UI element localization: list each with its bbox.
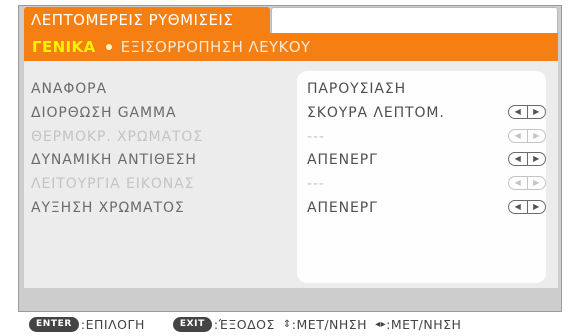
- setting-row-dynamic-contrast[interactable]: ΔΥΝΑΜΙΚΗ ΑΝΤΙΘΕΣΗ ΑΠΕΝΕΡΓ ◀ ▶: [0, 150, 577, 170]
- setting-label: ΑΝΑΦΟΡΑ: [31, 81, 107, 97]
- setting-row-image-mode: ΛΕΙΤΟΥΡΓΙΑ ΕΙΚΟΝΑΣ --- ◀ ▶: [0, 174, 577, 194]
- left-arrow-icon: ◀: [509, 130, 528, 142]
- value-adjust-arrows: ◀ ▶: [508, 176, 546, 190]
- setting-value: ΑΠΕΝΕΡΓ: [307, 200, 378, 216]
- setting-label: ΔΙΟΡΘΩΣΗ GAMMA: [31, 105, 177, 121]
- right-arrow-icon[interactable]: ▶: [528, 153, 546, 165]
- right-arrow-icon: ▶: [533, 131, 540, 140]
- value-adjust-arrows: ◀ ▶: [508, 129, 546, 143]
- left-arrow-icon: ◀: [509, 177, 528, 189]
- right-arrow-icon: ▶: [533, 178, 540, 187]
- tab-white-balance[interactable]: ΕΞΙΣΟΡΡΟΠΗΣΗ ΛΕΥΚΟΥ: [121, 38, 311, 56]
- setting-label: ΑΥΞΗΣΗ ΧΡΩΜΑΤΟΣ: [31, 200, 185, 216]
- setting-row-gamma-correction[interactable]: ΔΙΟΡΘΩΣΗ GAMMA ΣΚΟΥΡΑ ΛΕΠΤΟΜ. ◀ ▶: [0, 103, 577, 123]
- setting-label: ΔΥΝΑΜΙΚΗ ΑΝΤΙΘΕΣΗ: [31, 152, 197, 168]
- tab-bar: ΓΕΝΙΚΑ ΕΞΙΣΟΡΡΟΠΗΣΗ ΛΕΥΚΟΥ: [24, 33, 558, 61]
- right-arrow-icon[interactable]: ▶: [528, 106, 546, 118]
- enter-key-badge: ENTER: [29, 316, 79, 332]
- tab-general[interactable]: ΓΕΝΙΚΑ: [32, 38, 96, 56]
- exit-hint-text: :ΈΞΟΔΟΣ: [213, 316, 275, 332]
- setting-row-reference[interactable]: ΑΝΑΦΟΡΑ ΠΑΡΟΥΣΙΑΣΗ: [0, 79, 577, 99]
- left-arrow-icon[interactable]: ◀: [509, 153, 528, 165]
- exit-key-badge: EXIT: [172, 316, 212, 332]
- up-down-hint-text: :ΜΕΤ/ΝΗΣΗ: [291, 316, 368, 332]
- up-down-arrows-icon: ⇕: [282, 318, 292, 330]
- right-arrow-icon[interactable]: ▶: [528, 201, 546, 213]
- menu-title: ΛΕΠΤΟΜΕΡΕΙΣ ΡΥΘΜΙΣΕΙΣ: [24, 7, 270, 33]
- setting-value: ---: [307, 176, 325, 192]
- setting-label: ΛΕΙΤΟΥΡΓΙΑ ΕΙΚΟΝΑΣ: [31, 176, 195, 192]
- setting-value: ΑΠΕΝΕΡΓ: [307, 152, 378, 168]
- value-adjust-arrows[interactable]: ◀ ▶: [508, 200, 546, 214]
- setting-value: ΠΑΡΟΥΣΙΑΣΗ: [307, 81, 407, 97]
- setting-label: ΘΕΡΜΟΚΡ. ΧΡΩΜΑΤΟΣ: [31, 129, 204, 145]
- setting-row-color-temperature: ΘΕΡΜΟΚΡ. ΧΡΩΜΑΤΟΣ --- ◀ ▶: [0, 127, 577, 147]
- left-right-arrows-icon: ◂▸: [375, 318, 387, 330]
- tab-separator-dot: [105, 44, 112, 50]
- setting-row-color-enhancement[interactable]: ΑΥΞΗΣΗ ΧΡΩΜΑΤΟΣ ΑΠΕΝΕΡΓ ◀ ▶: [0, 198, 577, 218]
- left-arrow-icon[interactable]: ◀: [509, 106, 528, 118]
- left-right-hint-text: :ΜΕΤ/ΝΗΣΗ: [386, 316, 462, 332]
- title-bar-filler: [271, 7, 558, 33]
- setting-value: ---: [307, 129, 325, 145]
- setting-value: ΣΚΟΥΡΑ ΛΕΠΤΟΜ.: [307, 105, 445, 121]
- left-arrow-icon[interactable]: ◀: [509, 201, 528, 213]
- enter-hint-text: :ΕΠΙΛΟΓΗ: [80, 316, 145, 332]
- key-hints-bar: ENTER :ΕΠΙΛΟΓΗ EXIT :ΈΞΟΔΟΣ ⇕ :ΜΕΤ/ΝΗΣΗ …: [18, 312, 562, 336]
- value-adjust-arrows[interactable]: ◀ ▶: [508, 105, 546, 119]
- value-adjust-arrows[interactable]: ◀ ▶: [508, 152, 546, 166]
